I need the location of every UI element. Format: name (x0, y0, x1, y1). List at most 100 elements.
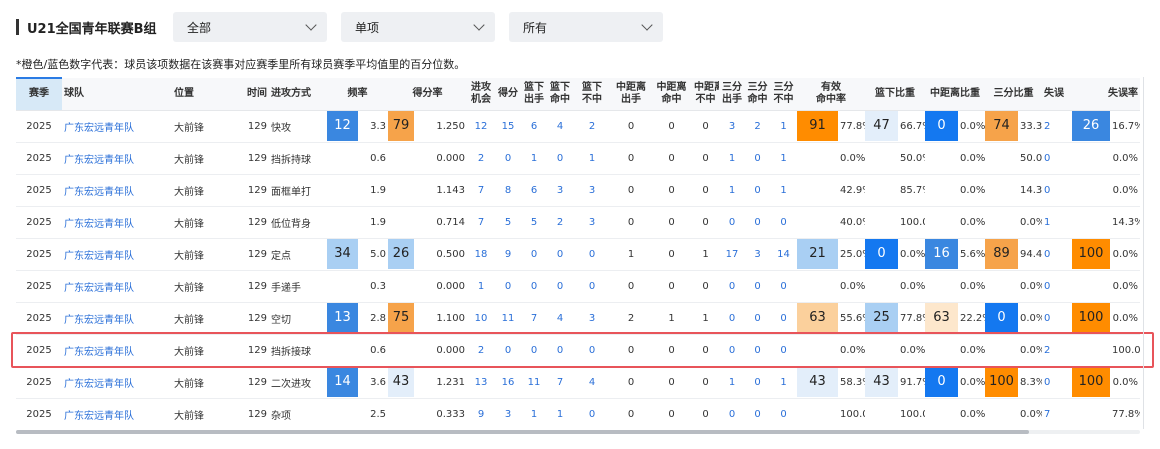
cell-rim-made[interactable]: 0 (547, 270, 573, 303)
stats-table-container[interactable]: 赛季 球队 位置 时间 进攻方式 频率 得分率 进攻 机会 得分 篮下 出手 篮下命… (16, 77, 1140, 429)
cell-rim-made[interactable]: 4 (547, 110, 573, 143)
cell-three-miss[interactable]: 0 (770, 398, 797, 429)
column-header-tov[interactable]: 失误 (1042, 78, 1072, 111)
cell-team-link[interactable]: 广东宏远青年队 (62, 174, 172, 207)
cell-three-miss[interactable]: 0 (770, 302, 797, 335)
filter-dropdown-range[interactable]: 所有 (509, 12, 663, 42)
cell-poss[interactable]: 9 (467, 398, 495, 429)
cell-three-att[interactable]: 0 (719, 334, 745, 367)
cell-three-miss[interactable]: 0 (770, 206, 797, 239)
cell-pts[interactable]: 0 (495, 270, 521, 303)
cell-rim-att[interactable]: 0 (521, 270, 547, 303)
cell-pts[interactable]: 3 (495, 398, 521, 429)
cell-rim-made[interactable]: 2 (547, 206, 573, 239)
cell-rim-miss[interactable]: 0 (573, 270, 611, 303)
cell-tov-value[interactable]: 0 (1042, 302, 1072, 335)
cell-rim-miss[interactable]: 0 (573, 334, 611, 367)
cell-three-att[interactable]: 0 (719, 398, 745, 429)
cell-three-made[interactable]: 0 (745, 398, 770, 429)
cell-three-att[interactable]: 0 (719, 270, 745, 303)
cell-three-made[interactable]: 0 (745, 334, 770, 367)
column-header-three-att[interactable]: 三分 出手 (719, 78, 745, 111)
cell-rim-miss[interactable]: 4 (573, 366, 611, 399)
cell-poss[interactable]: 13 (467, 366, 495, 399)
filter-dropdown-stat-type[interactable]: 单项 (341, 12, 495, 42)
column-header-team[interactable]: 球队 (62, 78, 172, 111)
column-header-rim-miss[interactable]: 篮下 不中 (573, 78, 611, 111)
cell-tov-value[interactable]: 1 (1042, 206, 1072, 239)
cell-three-made[interactable]: 0 (745, 206, 770, 239)
cell-poss[interactable]: 7 (467, 206, 495, 239)
column-header-pts[interactable]: 得分 (495, 78, 521, 111)
table-row[interactable]: 2025 广东宏远青年队 大前锋 129 二次进攻 14 3.6 43 1.231 13 16 11 7… (16, 366, 1140, 399)
cell-rim-miss[interactable]: 3 (573, 206, 611, 239)
column-header-mid-ratio[interactable]: 中距离比重 (925, 78, 985, 111)
filter-dropdown-scope[interactable]: 全部 (173, 12, 327, 42)
cell-rim-made[interactable]: 3 (547, 174, 573, 207)
cell-tov-value[interactable]: 0 (1042, 174, 1072, 207)
cell-poss[interactable]: 2 (467, 334, 495, 367)
table-row[interactable]: 2025 广东宏远青年队 大前锋 129 手递手 0.3 0.000 1 0 0 0 0 0 0 0 0 0 0 0… (16, 270, 1140, 303)
column-header-mid-made[interactable]: 中距离 命中 (651, 78, 692, 111)
cell-team-link[interactable]: 广东宏远青年队 (62, 206, 172, 239)
cell-rim-att[interactable]: 0 (521, 334, 547, 367)
cell-rim-miss[interactable]: 0 (573, 398, 611, 429)
cell-team-link[interactable]: 广东宏远青年队 (62, 110, 172, 143)
column-header-freq[interactable]: 频率 (327, 78, 388, 111)
table-row[interactable]: 2025 广东宏远青年队 大前锋 129 空切 13 2.8 75 1.100 10 11 7 4 3 2 1… (16, 302, 1140, 335)
cell-rim-made[interactable]: 0 (547, 334, 573, 367)
cell-rim-att[interactable]: 11 (521, 366, 547, 399)
cell-rim-att[interactable]: 0 (521, 238, 547, 271)
cell-three-miss[interactable]: 1 (770, 174, 797, 207)
cell-pts[interactable]: 0 (495, 142, 521, 175)
cell-poss[interactable]: 18 (467, 238, 495, 271)
cell-rim-miss[interactable]: 3 (573, 302, 611, 335)
cell-three-made[interactable]: 0 (745, 270, 770, 303)
column-header-ppp[interactable]: 得分率 (388, 78, 467, 111)
column-header-mid-miss[interactable]: 中距离不中 (692, 78, 719, 111)
cell-rim-att[interactable]: 1 (521, 398, 547, 429)
cell-rim-att[interactable]: 5 (521, 206, 547, 239)
cell-three-made[interactable]: 0 (745, 302, 770, 335)
cell-team-link[interactable]: 广东宏远青年队 (62, 398, 172, 429)
cell-three-miss[interactable]: 1 (770, 366, 797, 399)
cell-three-made[interactable]: 0 (745, 174, 770, 207)
cell-tov-value[interactable]: 2 (1042, 334, 1072, 367)
column-header-three-made[interactable]: 三分 命中 (745, 78, 770, 111)
table-row[interactable]: 2025 广东宏远青年队 大前锋 129 挡拆接球 0.6 0.000 2 0 0 0 0 0 0 0 0 0 0… (16, 334, 1140, 367)
cell-pts[interactable]: 8 (495, 174, 521, 207)
cell-tov-value[interactable]: 2 (1042, 110, 1072, 143)
column-header-position[interactable]: 位置 (172, 78, 232, 111)
cell-pts[interactable]: 15 (495, 110, 521, 143)
cell-rim-made[interactable]: 0 (547, 238, 573, 271)
cell-pts[interactable]: 11 (495, 302, 521, 335)
table-row[interactable]: 2025 广东宏远青年队 大前锋 129 面框单打 1.9 1.143 7 8 6 3 3 0 0 0 1 0 1… (16, 174, 1140, 207)
column-header-three-ratio[interactable]: 三分比重 (985, 78, 1042, 111)
cell-three-att[interactable]: 3 (719, 110, 745, 143)
column-header-rim-att[interactable]: 篮下 出手 (521, 78, 547, 111)
cell-three-att[interactable]: 1 (719, 142, 745, 175)
cell-poss[interactable]: 7 (467, 174, 495, 207)
column-header-mid-att[interactable]: 中距离 出手 (611, 78, 651, 111)
cell-team-link[interactable]: 广东宏远青年队 (62, 366, 172, 399)
cell-three-miss[interactable]: 0 (770, 270, 797, 303)
cell-tov-value[interactable]: 0 (1042, 366, 1072, 399)
cell-three-att[interactable]: 17 (719, 238, 745, 271)
cell-tov-value[interactable]: 0 (1042, 238, 1072, 271)
column-header-mode[interactable]: 进攻方式 (269, 78, 327, 111)
cell-rim-miss[interactable]: 1 (573, 142, 611, 175)
cell-three-made[interactable]: 0 (745, 366, 770, 399)
cell-team-link[interactable]: 广东宏远青年队 (62, 334, 172, 367)
cell-three-miss[interactable]: 1 (770, 142, 797, 175)
cell-rim-made[interactable]: 0 (547, 142, 573, 175)
table-row[interactable]: 2025 广东宏远青年队 大前锋 129 杂项 2.5 0.333 9 3 1 1 0 0 0 0 0 0 0 10… (16, 398, 1140, 429)
cell-poss[interactable]: 2 (467, 142, 495, 175)
cell-rim-att[interactable]: 1 (521, 142, 547, 175)
cell-rim-att[interactable]: 7 (521, 302, 547, 335)
column-header-efg[interactable]: 有效 命中率 (797, 78, 865, 111)
cell-rim-att[interactable]: 6 (521, 110, 547, 143)
cell-rim-made[interactable]: 7 (547, 366, 573, 399)
horizontal-scrollbar-thumb[interactable] (16, 430, 1029, 434)
table-row[interactable]: 2025 广东宏远青年队 大前锋 129 挡拆持球 0.6 0.000 2 0 1 0 1 0 0 0 1 0 1… (16, 142, 1140, 175)
cell-rim-miss[interactable]: 0 (573, 238, 611, 271)
